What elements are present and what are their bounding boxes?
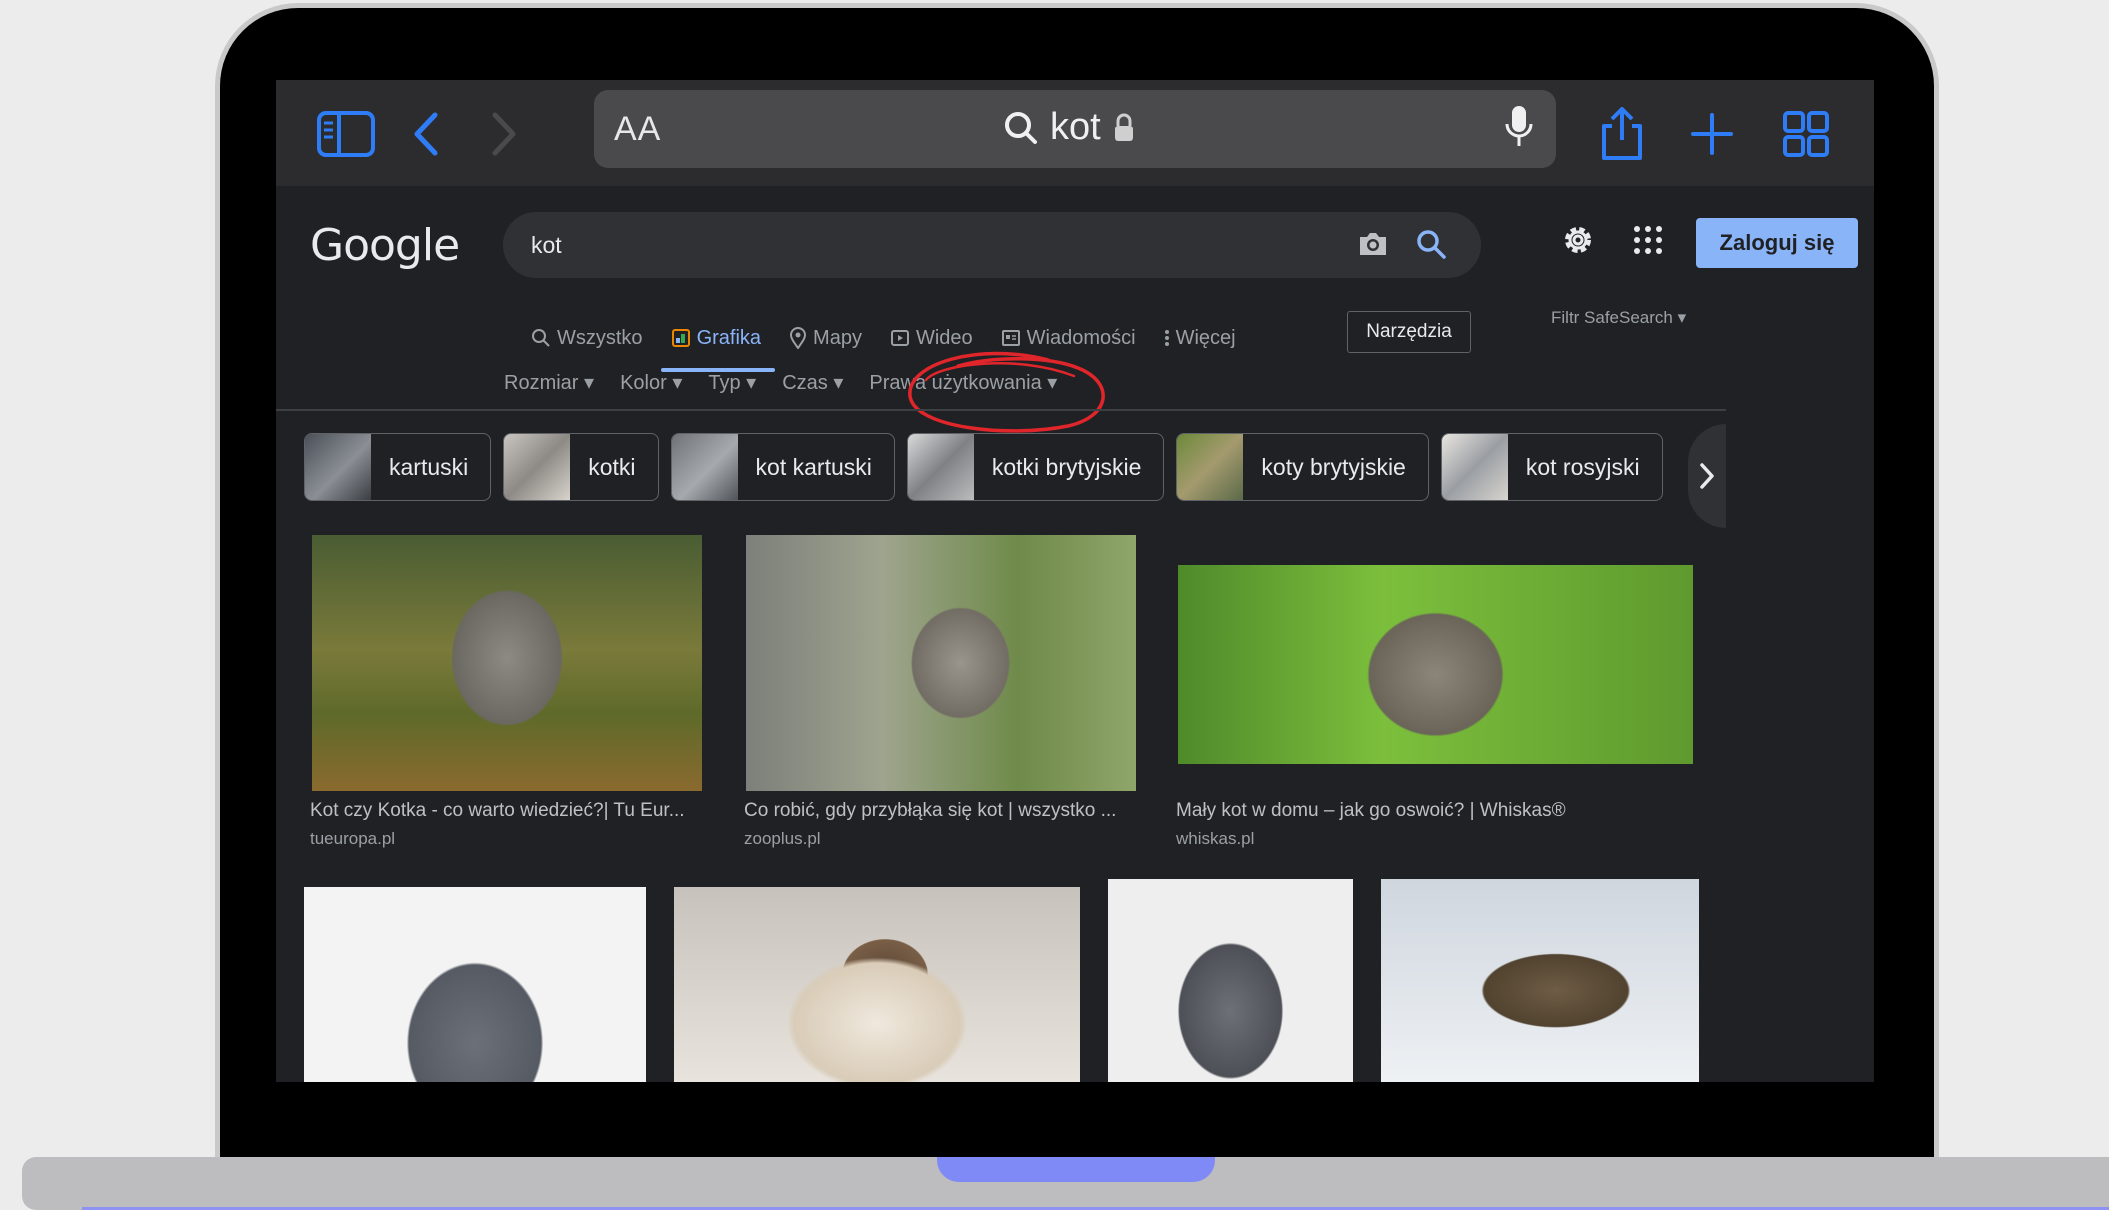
search-icon bbox=[532, 329, 550, 347]
chip-thumbnail bbox=[1441, 434, 1508, 500]
filter-size[interactable]: Rozmiar ▾ bbox=[504, 370, 594, 395]
sidebar-icon[interactable] bbox=[316, 106, 376, 162]
result-source[interactable]: whiskas.pl bbox=[1176, 829, 1254, 849]
chip-thumbnail bbox=[671, 434, 738, 500]
result-image[interactable] bbox=[746, 535, 1136, 791]
tools-button[interactable]: Narzędzia bbox=[1347, 311, 1471, 353]
chip-thumbnail bbox=[504, 434, 571, 500]
chip-thumbnail bbox=[305, 434, 371, 500]
result-image[interactable] bbox=[312, 535, 702, 791]
lock-icon bbox=[1114, 113, 1133, 141]
result-image[interactable] bbox=[304, 887, 646, 1082]
url-text: kot bbox=[1050, 106, 1101, 148]
apps-grid-icon[interactable] bbox=[1634, 226, 1662, 254]
chip-thumbnail bbox=[1177, 434, 1244, 500]
filter-color[interactable]: Kolor ▾ bbox=[620, 370, 682, 395]
safesearch-filter[interactable]: Filtr SafeSearch ▾ bbox=[1551, 308, 1686, 328]
google-logo[interactable]: Google bbox=[310, 220, 460, 271]
microphone-icon[interactable] bbox=[1504, 104, 1534, 155]
tab-images[interactable]: Grafika bbox=[660, 318, 776, 372]
chevron-right-icon bbox=[1700, 463, 1714, 489]
result-image[interactable] bbox=[1381, 879, 1699, 1082]
chip-kotki[interactable]: kotki bbox=[503, 433, 659, 501]
red-annotation-circle bbox=[908, 351, 1105, 433]
image-icon bbox=[671, 329, 690, 347]
chip-thumbnail bbox=[907, 434, 974, 500]
new-tab-icon[interactable] bbox=[1682, 106, 1742, 162]
search-box[interactable]: kot bbox=[503, 212, 1481, 278]
result-source[interactable]: zooplus.pl bbox=[744, 829, 821, 849]
tab-all[interactable]: Wszystko bbox=[531, 318, 643, 358]
more-vert-icon bbox=[1164, 330, 1169, 346]
play-icon bbox=[890, 330, 909, 346]
search-icon bbox=[1005, 111, 1037, 144]
back-icon[interactable] bbox=[396, 106, 456, 162]
settings-gear-icon[interactable] bbox=[1560, 222, 1596, 263]
chip-kot-kartuski[interactable]: kot kartuski bbox=[670, 433, 895, 501]
sign-in-button[interactable]: Zaloguj się bbox=[1696, 218, 1858, 268]
tab-maps[interactable]: Mapy bbox=[789, 318, 862, 358]
filter-time[interactable]: Czas ▾ bbox=[782, 370, 843, 395]
address-bar[interactable]: AA kot bbox=[594, 90, 1556, 168]
chip-koty-brytyjskie[interactable]: koty brytyjskie bbox=[1176, 433, 1429, 501]
result-caption[interactable]: Mały kot w domu – jak go oswoić? | Whisk… bbox=[1176, 800, 1696, 822]
tab-more[interactable]: Więcej bbox=[1164, 318, 1236, 358]
result-caption[interactable]: Co robić, gdy przybłąka się kot | wszyst… bbox=[744, 800, 1144, 822]
search-input[interactable]: kot bbox=[531, 232, 562, 259]
related-searches: kartuski kotki kot kartuski kotki brytyj… bbox=[304, 433, 1663, 501]
pin-icon bbox=[790, 327, 807, 349]
result-caption[interactable]: Kot czy Kotka - co warto wiedzieć?| Tu E… bbox=[310, 800, 710, 822]
tabs-overview-icon[interactable] bbox=[1776, 106, 1836, 162]
chip-kotki-brytyjskie[interactable]: kotki brytyjskie bbox=[906, 433, 1165, 501]
news-icon bbox=[1001, 330, 1020, 346]
forward-icon[interactable] bbox=[474, 106, 534, 162]
screen: AA kot Google kot Zaloguj się Wszystko G… bbox=[276, 80, 1874, 1082]
chips-next-button[interactable] bbox=[1688, 424, 1726, 528]
browser-toolbar: AA kot bbox=[276, 80, 1874, 186]
result-image[interactable] bbox=[1178, 565, 1693, 764]
reader-options-button[interactable]: AA bbox=[614, 110, 661, 149]
search-submit-icon[interactable] bbox=[1415, 228, 1447, 265]
divider bbox=[276, 409, 1726, 411]
laptop-notch bbox=[937, 1157, 1215, 1182]
chip-kartuski[interactable]: kartuski bbox=[304, 433, 492, 501]
result-image[interactable] bbox=[674, 887, 1080, 1082]
chip-kot-rosyjski[interactable]: kot rosyjski bbox=[1440, 433, 1663, 501]
result-source[interactable]: tueuropa.pl bbox=[310, 829, 395, 849]
share-icon[interactable] bbox=[1592, 106, 1652, 162]
camera-icon[interactable] bbox=[1357, 228, 1389, 265]
filter-type[interactable]: Typ ▾ bbox=[708, 370, 756, 395]
result-image[interactable] bbox=[1108, 879, 1353, 1082]
